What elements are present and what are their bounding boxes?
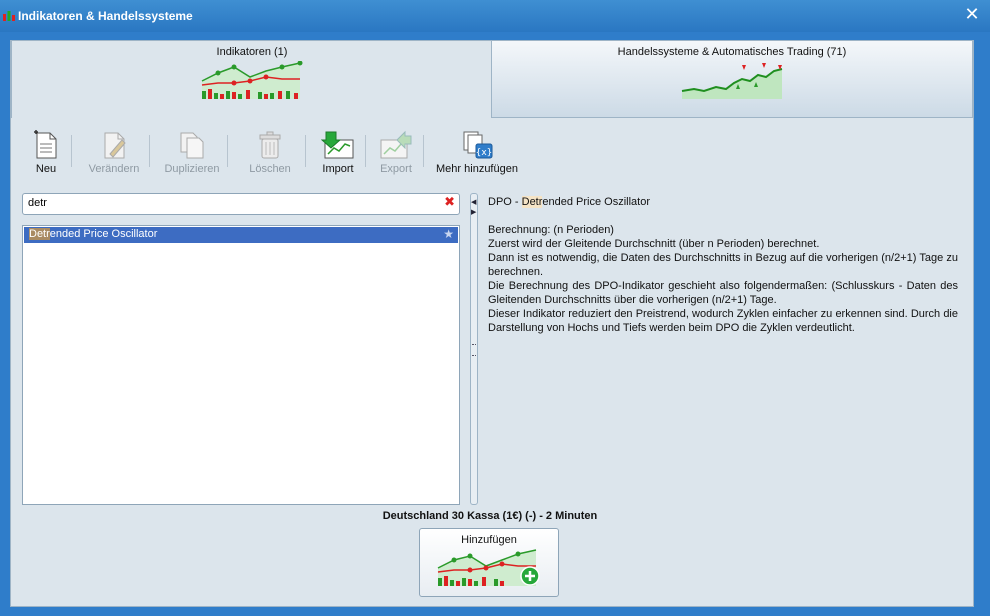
description-title-match: Detr xyxy=(521,196,543,208)
description-line: Berechnung: (n Perioden) xyxy=(488,224,614,236)
list-item-match: Detr xyxy=(29,228,50,240)
title-bar: Indikatoren & Handelssysteme ✕ xyxy=(0,0,990,32)
export-icon xyxy=(380,130,412,159)
add-indicator-chart-icon xyxy=(437,549,540,586)
close-icon[interactable]: ✕ xyxy=(962,5,982,25)
duplicate-button[interactable]: Duplizieren xyxy=(157,130,227,175)
add-indicator-button-label: Hinzufügen xyxy=(461,534,517,546)
add-more-icon: {x} xyxy=(463,131,493,159)
splitter-grip-icon[interactable] xyxy=(472,344,476,356)
clear-search-icon[interactable]: ✖ xyxy=(444,196,455,210)
description-title-suffix: ended Price Oszillator xyxy=(542,196,651,208)
duplicate-button-label: Duplizieren xyxy=(164,163,220,175)
search-field[interactable]: ✖ xyxy=(22,193,460,215)
indicator-list[interactable]: Detrended Price Oscillator ★ xyxy=(22,225,460,505)
toolbar-separator xyxy=(149,135,150,167)
edit-document-icon xyxy=(104,132,126,159)
import-icon xyxy=(321,131,354,159)
new-document-icon xyxy=(34,130,57,159)
toolbar-separator xyxy=(71,135,72,167)
description-title-prefix: DPO - xyxy=(488,196,522,208)
tab-indicators-label: Indikatoren (1) xyxy=(216,46,288,58)
collapse-left-icon[interactable]: ◀ xyxy=(471,198,476,206)
description-line: Dieser Indikator reduziert den Preistren… xyxy=(488,308,958,334)
toolbar-separator xyxy=(423,135,424,167)
delete-button[interactable]: Löschen xyxy=(235,130,305,175)
description-line: Dann ist es notwendig, die Daten des Dur… xyxy=(488,252,958,278)
window-title: Indikatoren & Handelssysteme xyxy=(18,9,193,23)
add-indicator-button[interactable]: Hinzufügen xyxy=(419,528,559,597)
edit-button[interactable]: Verändern xyxy=(79,130,149,175)
window-frame: Indikatoren (1) Handelssysteme & Automat… xyxy=(0,32,990,616)
add-more-button[interactable]: {x} Mehr hinzufügen xyxy=(427,130,527,175)
app-icon xyxy=(3,11,15,21)
export-button[interactable]: Export xyxy=(361,130,431,175)
favorite-star-icon[interactable]: ★ xyxy=(443,227,454,241)
toolbar-separator xyxy=(227,135,228,167)
tab-indicators[interactable]: Indikatoren (1) xyxy=(11,40,493,118)
collapse-right-icon[interactable]: ▶ xyxy=(471,208,476,216)
panel-splitter[interactable]: ◀ ▶ xyxy=(470,193,478,505)
add-more-button-label: Mehr hinzufügen xyxy=(436,163,518,175)
edit-button-label: Verändern xyxy=(88,163,140,175)
export-button-label: Export xyxy=(380,163,412,175)
list-item-rest: ended Price Oscillator xyxy=(49,228,158,240)
search-input[interactable] xyxy=(28,197,428,209)
indicator-description: DPO - Detrended Price Oszillator Berechn… xyxy=(488,195,958,335)
list-item[interactable]: Detrended Price Oscillator ★ xyxy=(24,227,458,243)
tab-trading-systems-label: Handelssysteme & Automatisches Trading (… xyxy=(617,46,847,58)
description-line: Die Berechnung des DPO-Indikator geschie… xyxy=(488,280,958,306)
main-panel: Indikatoren (1) Handelssysteme & Automat… xyxy=(10,40,974,607)
description-title: DPO - Detrended Price Oszillator xyxy=(488,195,958,209)
description-line: Zuerst wird der Gleitende Durchschnitt (… xyxy=(488,238,820,250)
duplicate-icon xyxy=(180,132,204,159)
market-label: Deutschland 30 Kassa (1€) (-) - 2 Minute… xyxy=(382,510,598,522)
list-item-label: Detrended Price Oscillator xyxy=(29,228,157,240)
trading-chart-icon xyxy=(681,63,783,99)
delete-button-label: Löschen xyxy=(249,163,291,175)
svg-text:{x}: {x} xyxy=(476,148,493,158)
indicator-chart-icon xyxy=(201,61,303,99)
trash-icon xyxy=(259,131,281,159)
tab-trading-systems[interactable]: Handelssysteme & Automatisches Trading (… xyxy=(491,40,973,118)
